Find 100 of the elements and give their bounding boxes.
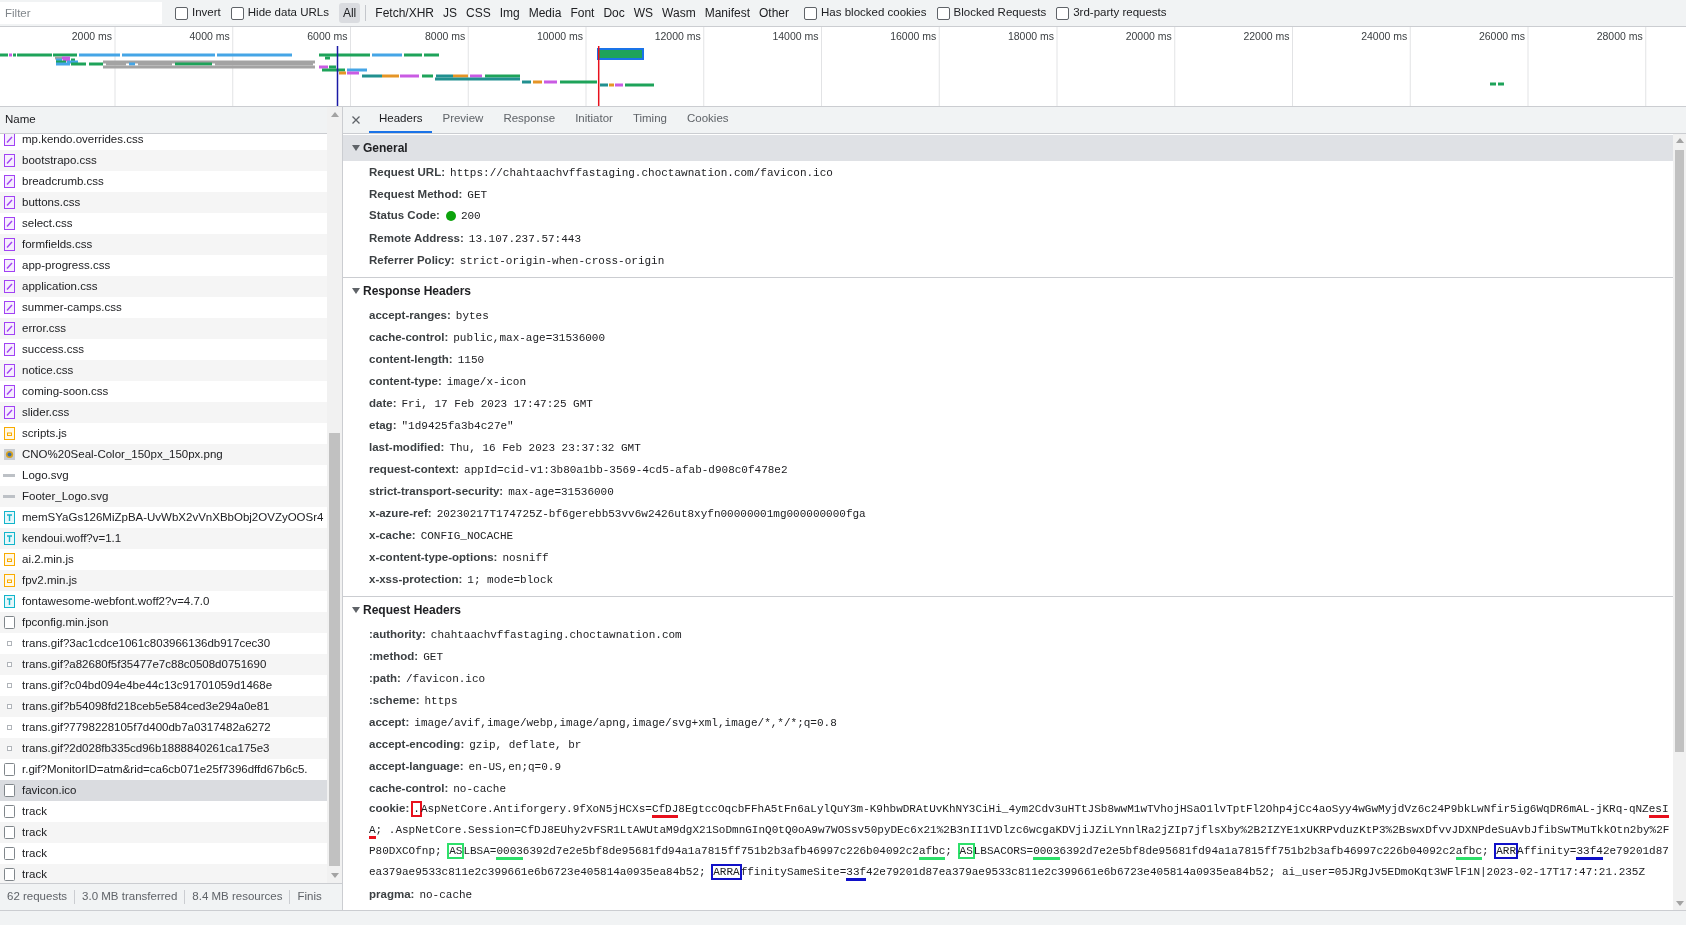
tick-label: 16000 ms bbox=[890, 30, 937, 42]
stylesheet-file-icon bbox=[3, 343, 15, 356]
type-filter-button[interactable]: Other bbox=[755, 3, 794, 23]
stylesheet-file-icon bbox=[3, 238, 15, 251]
script-file-icon bbox=[3, 574, 15, 587]
request-row[interactable]: buttons.css bbox=[0, 192, 327, 213]
type-filter-button[interactable]: Wasm bbox=[658, 3, 700, 23]
request-row[interactable]: fpconfig.min.json bbox=[0, 612, 327, 633]
header-name: x-cache: bbox=[369, 528, 416, 543]
header-value: 20230217T174725Z-bf6gerebb53vv6w2426ut8xyfn00000001mg000000000fga bbox=[436, 507, 866, 522]
request-row[interactable]: bootstrapo.css bbox=[0, 150, 327, 171]
request-row[interactable]: notice.css bbox=[0, 360, 327, 381]
request-row[interactable]: track bbox=[0, 864, 327, 883]
header-name: accept-ranges: bbox=[369, 308, 451, 323]
checkbox-label: Hide data URLs bbox=[247, 5, 329, 21]
header-name: content-length: bbox=[369, 352, 453, 367]
stylesheet-file-icon bbox=[3, 259, 15, 272]
header-value: max-age=31536000 bbox=[508, 485, 614, 500]
type-filter-button[interactable]: JS bbox=[439, 3, 461, 23]
type-filter-button[interactable]: Font bbox=[566, 3, 599, 23]
section-header[interactable]: Request Headers bbox=[343, 597, 1673, 623]
pixel-thumbnail-icon bbox=[6, 704, 12, 709]
stylesheet-file-icon bbox=[3, 364, 15, 377]
header-name: etag: bbox=[369, 418, 397, 433]
annotation-box: AS bbox=[447, 843, 465, 859]
header-name: x-xss-protection: bbox=[369, 572, 463, 587]
stylesheet-file-icon bbox=[3, 217, 15, 230]
request-row[interactable]: track bbox=[0, 822, 327, 843]
type-filter-button[interactable]: All bbox=[338, 3, 361, 23]
annotation-underline: afbc bbox=[1455, 845, 1483, 860]
type-filter-button[interactable]: Img bbox=[495, 3, 524, 23]
pixel-thumbnail-icon bbox=[6, 725, 12, 730]
request-row[interactable]: trans.gif?a82680f5f35477e7c88c0508d0751690 bbox=[0, 654, 327, 675]
scroll-up-arrow-icon[interactable] bbox=[330, 112, 339, 117]
load-marker-line bbox=[597, 45, 600, 106]
header-name: accept-language: bbox=[369, 759, 464, 774]
header-name: :path: bbox=[369, 671, 401, 686]
request-row[interactable]: Footer_Logo.svg bbox=[0, 486, 327, 507]
tick-label: 2000 ms bbox=[71, 30, 112, 42]
stylesheet-file-icon bbox=[3, 175, 15, 188]
request-row[interactable]: trans.gif?2d028fb335cd96b1888840261ca175e3 bbox=[0, 738, 327, 759]
scrollbar-thumb[interactable] bbox=[1675, 150, 1684, 752]
type-filter-button[interactable]: WS bbox=[629, 3, 658, 23]
tab[interactable]: Initiator bbox=[565, 107, 623, 133]
tick-label: 26000 ms bbox=[1478, 30, 1525, 42]
section-header[interactable]: Response Headers bbox=[343, 278, 1673, 304]
request-row[interactable]: CNO%20Seal-Color_150px_150px.png bbox=[0, 444, 327, 465]
tab[interactable]: Timing bbox=[622, 107, 677, 133]
type-filter-button[interactable]: Media bbox=[524, 3, 566, 23]
type-filter-button[interactable]: Fetch/XHR bbox=[371, 3, 438, 23]
tab[interactable]: Response bbox=[493, 107, 566, 133]
checkbox[interactable] bbox=[1056, 6, 1070, 20]
tab[interactable]: Preview bbox=[432, 107, 494, 133]
tab[interactable]: Cookies bbox=[677, 107, 739, 133]
header-value: strict-origin-when-cross-origin bbox=[459, 254, 665, 269]
font-file-icon bbox=[3, 595, 15, 608]
header-value: en-US,en;q=0.9 bbox=[468, 760, 561, 775]
logo-thumbnail-icon bbox=[3, 495, 15, 498]
request-row[interactable]: trans.gif?b54098fd218ceb5e584ced3e294a0e81 bbox=[0, 696, 327, 717]
column-header[interactable]: Name bbox=[0, 107, 327, 134]
type-filter-button[interactable]: Manifest bbox=[700, 3, 754, 23]
filter-input[interactable]: Filter bbox=[0, 2, 162, 24]
stylesheet-file-icon bbox=[3, 196, 15, 209]
header-name: Request Method: bbox=[369, 187, 463, 202]
request-row[interactable]: application.css bbox=[0, 276, 327, 297]
header-name: x-azure-ref: bbox=[369, 506, 432, 521]
request-row[interactable]: formfields.css bbox=[0, 234, 327, 255]
request-row[interactable]: fpv2.min.js bbox=[0, 570, 327, 591]
tab[interactable]: Headers bbox=[369, 107, 433, 133]
checkbox[interactable] bbox=[936, 6, 950, 20]
scrollbar-thumb[interactable] bbox=[329, 433, 340, 866]
request-row[interactable]: kendoui.woff?v=1.1 bbox=[0, 528, 327, 549]
scroll-up-arrow-icon[interactable] bbox=[1675, 138, 1684, 143]
request-row[interactable]: error.css bbox=[0, 318, 327, 339]
checkbox[interactable] bbox=[230, 6, 244, 20]
section-header[interactable]: General bbox=[343, 135, 1673, 161]
stylesheet-file-icon bbox=[3, 280, 15, 293]
pixel-thumbnail-icon bbox=[6, 746, 12, 751]
checkbox[interactable] bbox=[804, 6, 818, 20]
header-name: Status Code: bbox=[369, 208, 440, 224]
type-filter-button[interactable]: Doc bbox=[599, 3, 629, 23]
scroll-down-arrow-icon[interactable] bbox=[330, 873, 339, 878]
pixel-thumbnail-icon bbox=[6, 683, 12, 688]
request-row[interactable]: slider.css bbox=[0, 402, 327, 423]
status-text: 62 requests bbox=[6, 889, 69, 905]
document-icon bbox=[3, 826, 15, 839]
header-name: Request URL: bbox=[369, 165, 446, 180]
pixel-thumbnail-icon bbox=[6, 662, 12, 667]
type-filter-button[interactable]: CSS bbox=[462, 3, 495, 23]
font-file-icon bbox=[3, 511, 15, 524]
annotation-underline: A bbox=[369, 824, 376, 839]
tick-label: 12000 ms bbox=[654, 30, 701, 42]
stylesheet-file-icon bbox=[3, 154, 15, 167]
scroll-down-arrow-icon[interactable] bbox=[1675, 901, 1684, 906]
tick-label: 6000 ms bbox=[307, 30, 348, 42]
tick-label: 4000 ms bbox=[189, 30, 230, 42]
stylesheet-file-icon bbox=[3, 406, 15, 419]
request-row[interactable]: favicon.ico bbox=[0, 780, 327, 801]
checkbox[interactable] bbox=[175, 6, 188, 20]
header-name: request-context: bbox=[369, 462, 460, 477]
